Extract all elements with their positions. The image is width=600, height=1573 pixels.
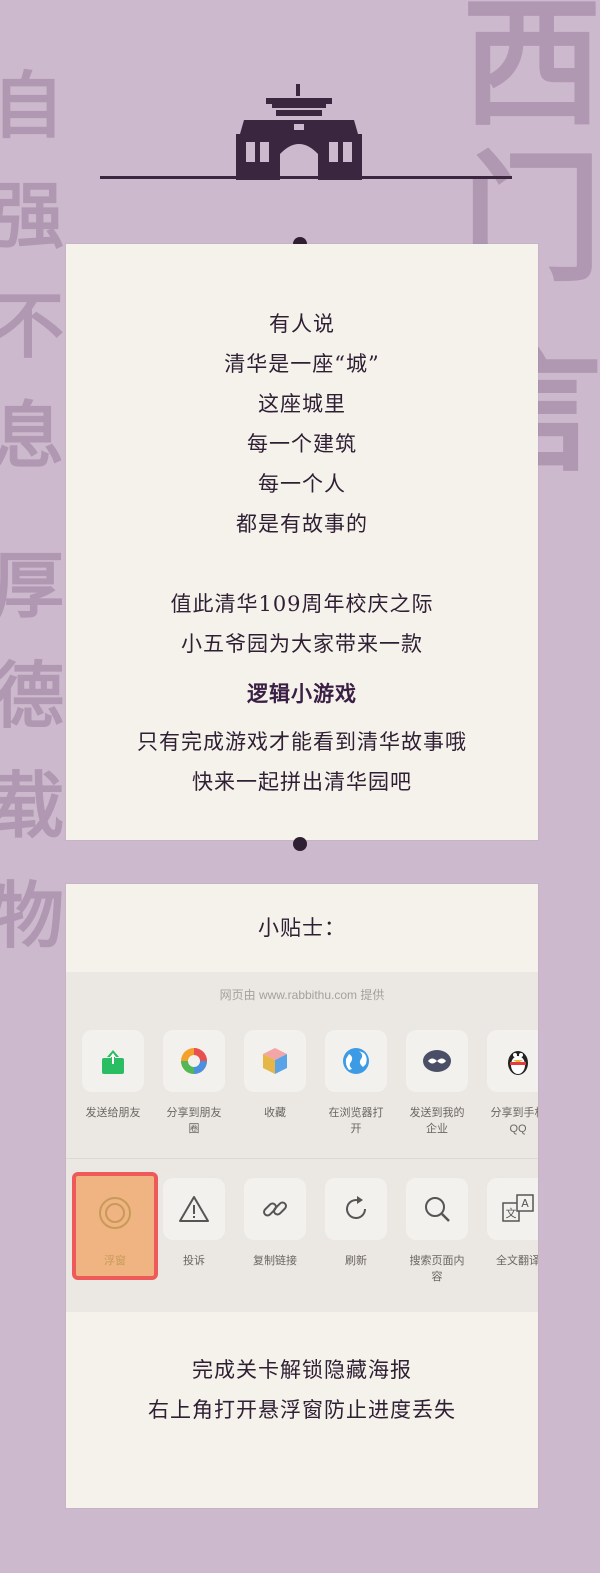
qq-penguin-icon (508, 1051, 528, 1075)
bg-char-7: 载 (0, 763, 65, 848)
menu-item-label: 全文翻译 (496, 1255, 538, 1267)
menu-item-share-qq[interactable]: 分享到手机 QQ (485, 1030, 538, 1137)
share-green-icon (102, 1050, 124, 1074)
menu-item-label: 发送给朋友 (85, 1107, 141, 1119)
bg-char-6: 德 (0, 653, 65, 738)
intro-line: 只有完成游戏才能看到清华故事哦 (137, 730, 467, 754)
bg-char-3: 不 (0, 283, 65, 368)
svg-text:A: A (521, 1197, 529, 1210)
menu-item-label: 刷新 (345, 1255, 367, 1267)
intro-line: 小五爷园为大家带来一款 (181, 632, 423, 656)
refresh-icon (346, 1196, 366, 1219)
work-chat-icon (423, 1050, 451, 1072)
intro-line: 值此清华109周年校庆之际 (170, 592, 434, 616)
divider-dot (293, 837, 307, 851)
intro-line: 清华是一座“城” (224, 352, 380, 376)
tsinghua-gate-icon (236, 84, 362, 180)
bg-char-1: 自 (0, 63, 65, 148)
translate-icon: 文A (502, 1194, 534, 1222)
intro-line: 有人说 (269, 312, 335, 336)
menu-item-send-friend[interactable]: 发送给朋友 (80, 1030, 146, 1121)
intro-line: 每一个建筑 (247, 432, 357, 456)
bg-char-2: 强 (0, 173, 65, 258)
menu-item-label: 分享到朋友 圈 (166, 1107, 222, 1135)
float-window-highlight[interactable]: 浮窗 (72, 1172, 158, 1280)
menu-item-refresh[interactable]: 刷新 (323, 1178, 389, 1269)
footer-line: 完成关卡解锁隐藏海报 (192, 1358, 412, 1382)
link-icon (263, 1201, 287, 1217)
menu-item-label: 搜索页面内 容 (409, 1255, 465, 1283)
menu-caption: 网页由 www.rabbithu.com 提供 (219, 988, 385, 1002)
menu-item-label: 投诉 (183, 1255, 205, 1267)
bg-char-4: 息 (0, 393, 65, 478)
browser-globe-icon (343, 1048, 369, 1074)
menu-item-label: 发送到我的 企业 (409, 1107, 465, 1135)
menu-item-search-page[interactable]: 搜索页面内 容 (404, 1178, 470, 1285)
intro-line: 快来一起拼出清华园吧 (192, 770, 412, 794)
tips-title: 小贴士： (258, 916, 346, 940)
wechat-menu-panel: 网页由 www.rabbithu.com 提供 发送给朋友 分享到朋友 圈 收藏… (66, 972, 538, 1312)
footer-line: 右上角打开悬浮窗防止进度丢失 (148, 1398, 456, 1422)
menu-item-open-browser[interactable]: 在浏览器打 开 (323, 1030, 389, 1137)
float-window-icon (99, 1197, 131, 1229)
menu-item-moments[interactable]: 分享到朋友 圈 (161, 1030, 227, 1137)
menu-item-send-work[interactable]: 发送到我的 企业 (404, 1030, 470, 1137)
menu-item-label: 复制链接 (253, 1255, 297, 1267)
intro-line: 都是有故事的 (236, 512, 368, 536)
menu-item-favorite[interactable]: 收藏 (242, 1030, 308, 1121)
svg-text:文: 文 (506, 1206, 517, 1220)
menu-item-label: 浮窗 (104, 1255, 126, 1267)
bg-char-8: 物 (0, 873, 65, 958)
menu-item-report[interactable]: 投诉 (161, 1178, 227, 1269)
menu-separator (66, 1158, 538, 1159)
favorite-cube-icon (263, 1048, 287, 1074)
menu-item-label: 分享到手机 QQ (490, 1107, 539, 1135)
moments-icon (181, 1048, 207, 1074)
menu-item-translate[interactable]: 文A 全文翻译 (485, 1178, 538, 1269)
intro-card: 有人说 清华是一座“城” 这座城里 每一个建筑 每一个人 都是有故事的 值此清华… (66, 244, 538, 840)
intro-line: 每一个人 (258, 472, 346, 496)
bg-char-r1: 西 (462, 0, 600, 146)
warning-icon (179, 1196, 209, 1222)
search-icon (425, 1197, 450, 1222)
menu-item-label: 在浏览器打 开 (328, 1107, 384, 1135)
menu-item-label: 收藏 (264, 1107, 286, 1119)
top-divider (100, 176, 512, 179)
game-title: 逻辑小游戏 (247, 681, 357, 706)
bg-char-5: 厚 (0, 543, 65, 628)
intro-line: 这座城里 (258, 392, 346, 416)
menu-item-copy-link[interactable]: 复制链接 (242, 1178, 308, 1269)
